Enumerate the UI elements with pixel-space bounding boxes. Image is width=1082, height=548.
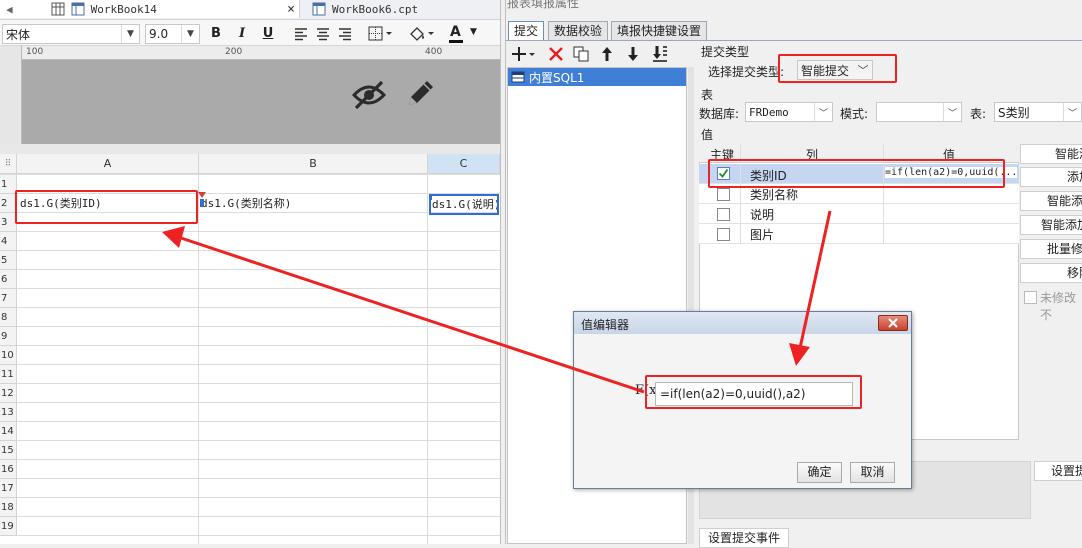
- annotation-arrow-to-cell: [177, 235, 645, 394]
- annotation-arrows: [162, 210, 832, 394]
- annotation-arrow-to-dialog: [798, 210, 832, 349]
- arrowhead-icon: [162, 226, 185, 248]
- arrowhead-icon: [789, 343, 810, 366]
